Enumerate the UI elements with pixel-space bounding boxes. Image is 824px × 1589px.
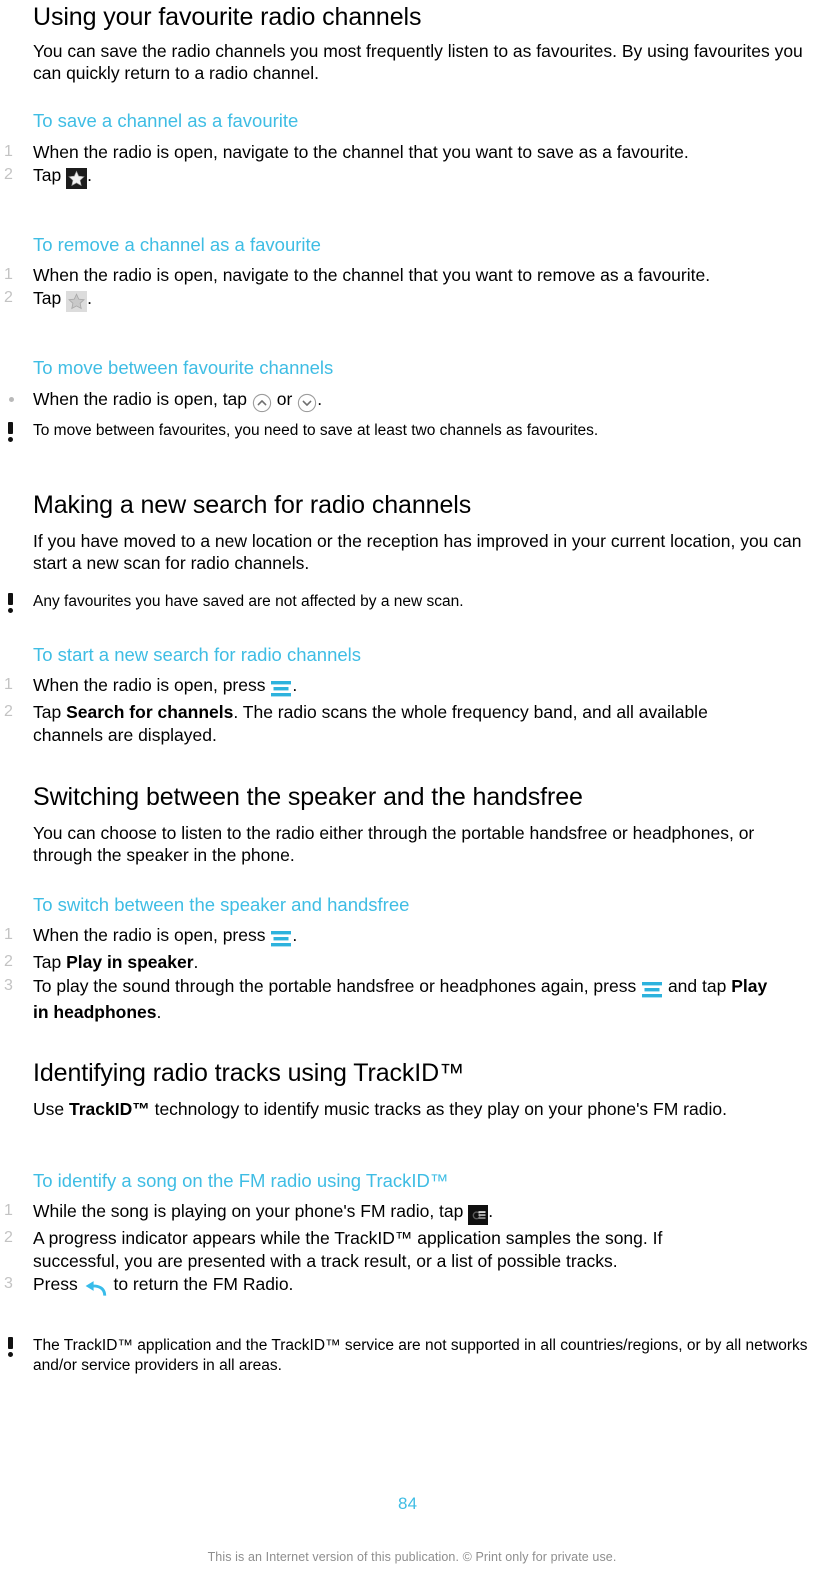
intro-bold: TrackID™ xyxy=(68,1099,150,1119)
step-text-after: . xyxy=(87,288,92,309)
step-text: To play the sound through the portable h… xyxy=(33,975,642,996)
steps-switch-speaker: 1 When the radio is open, press . 2 Tap … xyxy=(0,924,824,1024)
step-marker: 2 xyxy=(4,953,13,971)
steps-save-favourite: 1 When the radio is open, navigate to th… xyxy=(0,141,824,191)
procedure-heading-move-between: To move between favourite channels xyxy=(33,357,334,378)
menu-key-icon[interactable] xyxy=(270,678,292,700)
list-item: 1 While the song is playing on your phon… xyxy=(0,1200,824,1226)
list-item: 1 When the radio is open, press . xyxy=(0,924,824,950)
step-text: When the radio is open, navigate to the … xyxy=(33,265,711,285)
list-item: 2 Tap Search for channels. The radio sca… xyxy=(0,701,824,746)
note-text: To move between favourites, you need to … xyxy=(33,422,599,439)
step-text-after: to return the FM Radio. xyxy=(108,1274,294,1295)
step-marker: 2 xyxy=(4,703,13,721)
step-text: Tap xyxy=(33,288,67,309)
procedure-heading-save-favourite: To save a channel as a favourite xyxy=(33,110,299,131)
trackid-icon[interactable] xyxy=(468,1204,489,1226)
step-text: A progress indicator appears while the T… xyxy=(33,1228,663,1271)
step-marker: 3 xyxy=(4,1275,13,1293)
bullet-icon xyxy=(9,397,14,402)
list-item: When the radio is open, tap or . xyxy=(0,388,824,414)
note-trackid: The TrackID™ application and the TrackID… xyxy=(0,1336,824,1376)
note-text: The TrackID™ application and the TrackID… xyxy=(33,1337,808,1375)
step-text-after: . xyxy=(292,925,298,945)
section-intro-trackid: Use TrackID™ technology to identify musi… xyxy=(33,1098,815,1120)
step-marker: 2 xyxy=(4,166,13,184)
step-text: While the song is playing on your phone'… xyxy=(33,1201,469,1221)
step-bold-label: Search for channels xyxy=(66,702,234,723)
step-text: When the radio is open, press xyxy=(33,675,271,695)
section-title-favourites: Using your favourite radio channels xyxy=(33,3,422,31)
step-text-after: . xyxy=(87,165,92,186)
exclamation-icon xyxy=(5,1337,17,1358)
list-item: 1 When the radio is open, navigate to th… xyxy=(0,264,824,286)
step-text: Press xyxy=(33,1274,83,1295)
procedure-heading-identify-song: To identify a song on the FM radio using… xyxy=(33,1170,449,1191)
procedure-heading-start-new-search: To start a new search for radio channels xyxy=(33,644,362,665)
star-filled-icon[interactable] xyxy=(66,168,88,190)
manual-page: Using your favourite radio channels You … xyxy=(0,0,824,1589)
section-title-speaker-handsfree: Switching between the speaker and the ha… xyxy=(33,783,583,811)
step-text-middle: or xyxy=(271,389,298,409)
step-text: When the radio is open, tap xyxy=(33,389,252,409)
step-text-after: . xyxy=(156,1002,162,1023)
list-item: 2 Tap . xyxy=(0,164,824,190)
step-text: Tap xyxy=(33,952,67,973)
list-item: 1 When the radio is open, navigate to th… xyxy=(0,141,824,163)
step-text-after: . xyxy=(292,675,298,695)
back-arrow-icon[interactable] xyxy=(83,1277,109,1299)
menu-key-icon[interactable] xyxy=(641,979,663,1001)
note-text: Any favourites you have saved are not af… xyxy=(33,593,464,610)
note-move-between: To move between favourites, you need to … xyxy=(0,421,824,443)
intro-text-after: technology to identify music tracks as t… xyxy=(149,1099,727,1119)
step-marker: 1 xyxy=(4,676,13,693)
list-item: 2 Tap Play in speaker. xyxy=(0,951,824,973)
step-marker: 1 xyxy=(4,143,13,160)
page-number: 84 xyxy=(398,1494,418,1513)
step-text-middle: and tap xyxy=(663,975,732,996)
chevron-up-button-icon[interactable] xyxy=(252,392,272,414)
steps-identify-song: 1 While the song is playing on your phon… xyxy=(0,1200,824,1300)
step-marker: 2 xyxy=(4,289,13,307)
exclamation-icon xyxy=(5,593,17,614)
step-text: Tap xyxy=(33,165,67,186)
step-text-after: . xyxy=(193,952,199,973)
step-text-after: . xyxy=(317,389,323,409)
list-item: 3 Press to return the FM Radio. xyxy=(0,1273,824,1299)
step-text-after: . xyxy=(488,1201,494,1221)
steps-remove-favourite: 1 When the radio is open, navigate to th… xyxy=(0,264,824,314)
step-marker: 1 xyxy=(4,1202,13,1219)
chevron-down-button-icon[interactable] xyxy=(297,392,317,414)
step-marker: 1 xyxy=(4,926,13,943)
section-intro-speaker-handsfree: You can choose to listen to the radio ei… xyxy=(33,823,755,866)
section-intro-new-search: If you have moved to a new location or t… xyxy=(33,531,802,574)
procedure-heading-remove-favourite: To remove a channel as a favourite xyxy=(33,234,321,255)
step-marker: 2 xyxy=(4,1229,13,1247)
step-text: Tap xyxy=(33,702,67,723)
note-new-search: Any favourites you have saved are not af… xyxy=(0,592,824,614)
steps-start-new-search: 1 When the radio is open, press . 2 Tap … xyxy=(0,674,824,746)
list-item: 3 To play the sound through the portable… xyxy=(0,975,824,1024)
step-text: When the radio is open, press xyxy=(33,925,271,945)
list-item: 1 When the radio is open, press . xyxy=(0,674,824,700)
footer-copyright: This is an Internet version of this publ… xyxy=(207,1550,617,1564)
intro-text-before: Use xyxy=(33,1099,69,1119)
steps-move-between: When the radio is open, tap or . xyxy=(0,388,824,414)
procedure-heading-switch-speaker: To switch between the speaker and handsf… xyxy=(33,894,410,915)
step-marker: 3 xyxy=(4,976,13,994)
menu-key-icon[interactable] xyxy=(270,928,292,950)
step-text: When the radio is open, navigate to the … xyxy=(33,142,689,162)
section-title-trackid: Identifying radio tracks using TrackID™ xyxy=(33,1059,465,1087)
step-bold-label: Play in speaker xyxy=(66,952,194,973)
section-title-new-search: Making a new search for radio channels xyxy=(33,491,472,519)
list-item: 2 A progress indicator appears while the… xyxy=(0,1227,824,1272)
star-outline-icon[interactable] xyxy=(66,291,88,313)
step-marker: 1 xyxy=(4,266,13,283)
list-item: 2 Tap . xyxy=(0,287,824,313)
exclamation-icon xyxy=(5,422,17,443)
section-intro-favourites: You can save the radio channels you most… xyxy=(33,41,803,84)
